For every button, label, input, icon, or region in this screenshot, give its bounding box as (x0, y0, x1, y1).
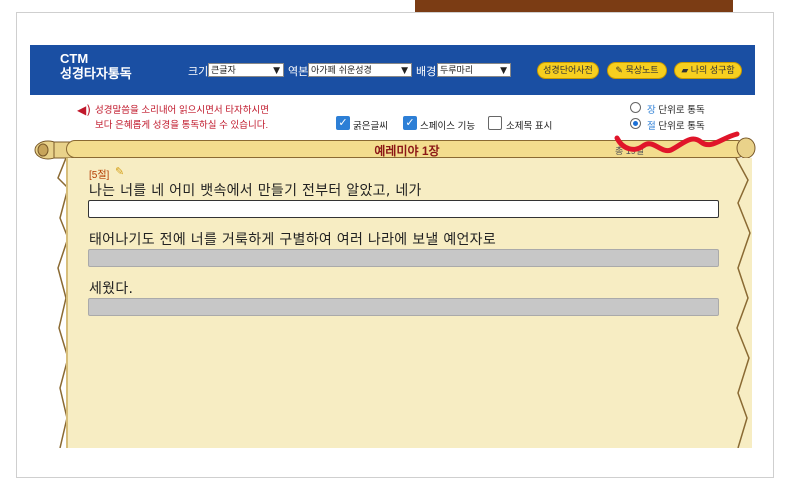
typing-input-2[interactable] (88, 249, 719, 267)
chevron-down-icon: ▼ (273, 66, 280, 76)
brand-line2: 성경타자통독 (60, 66, 132, 81)
space-checkbox[interactable]: ✓ (403, 116, 417, 130)
red-scribble-mark (614, 131, 740, 154)
dictionary-button[interactable]: 성경단어사전 (537, 62, 599, 79)
size-label: 크기 (188, 66, 209, 78)
chapter-mode-radio[interactable] (630, 102, 641, 113)
verse-line-1: 나는 너를 네 어미 뱃속에서 만들기 전부터 알았고, 네가 (89, 183, 422, 199)
chapter-mode-label: 장 단위로 통독 (647, 105, 705, 116)
bold-checkbox-label: 굵은글씨 (353, 121, 388, 132)
reading-tip: 성경말씀을 소리내어 읽으시면서 타자하시면 보다 은혜롭게 성경을 통독하실 … (95, 103, 269, 133)
size-select[interactable]: 큰글자 ▼ (208, 63, 284, 77)
pencil-icon[interactable]: ✎ (115, 165, 124, 178)
version-select-value: 아가페 쉬운성경 (311, 66, 372, 76)
background-label: 배경 (416, 66, 437, 78)
chevron-down-icon: ▼ (500, 66, 507, 76)
background-select[interactable]: 두루마리 ▼ (437, 63, 511, 77)
meditation-note-label: 묵상노트 (625, 65, 659, 75)
pencil-icon: ✎ (615, 65, 623, 75)
eraser-icon: ▰ (681, 65, 689, 75)
verse-number-tag: [5절] (89, 170, 110, 181)
brand-logo[interactable]: CTM 성경타자통독 (60, 51, 132, 81)
typing-input-3[interactable] (88, 298, 719, 316)
space-checkbox-label: 스페이스 기능 (420, 121, 476, 132)
verse-line-3: 세웠다. (89, 281, 134, 297)
version-select[interactable]: 아가페 쉬운성경 ▼ (308, 63, 412, 77)
my-verses-button[interactable]: ▰ 나의 성구함 (674, 62, 742, 79)
typing-input-1[interactable] (88, 200, 719, 218)
header-bar: CTM 성경타자통독 크기 큰글자 ▼ 역본 아가페 쉬운성경 ▼ 배경 두루마… (30, 45, 755, 95)
background-select-value: 두루마리 (440, 66, 474, 76)
meditation-note-button[interactable]: ✎ 묵상노트 (607, 62, 667, 79)
chevron-down-icon: ▼ (401, 66, 408, 76)
bold-checkbox[interactable]: ✓ (336, 116, 350, 130)
brand-line1: CTM (60, 51, 89, 66)
reading-tip-line2: 보다 은혜롭게 성경을 통독하실 수 있습니다. (95, 120, 269, 131)
verse-line-2: 태어나기도 전에 너를 거룩하게 구별하여 여러 나라에 보낼 예언자로 (89, 232, 497, 248)
speaker-icon: ◀) (77, 103, 91, 117)
paper-edge-right (735, 158, 751, 448)
subtitle-checkbox-label: 소제목 표시 (506, 121, 553, 132)
size-select-value: 큰글자 (211, 66, 236, 76)
version-label: 역본 (288, 66, 309, 78)
subtitle-checkbox[interactable] (488, 116, 502, 130)
my-verses-label: 나의 성구함 (690, 65, 735, 75)
reading-tip-line1: 성경말씀을 소리내어 읽으시면서 타자하시면 (95, 105, 269, 116)
